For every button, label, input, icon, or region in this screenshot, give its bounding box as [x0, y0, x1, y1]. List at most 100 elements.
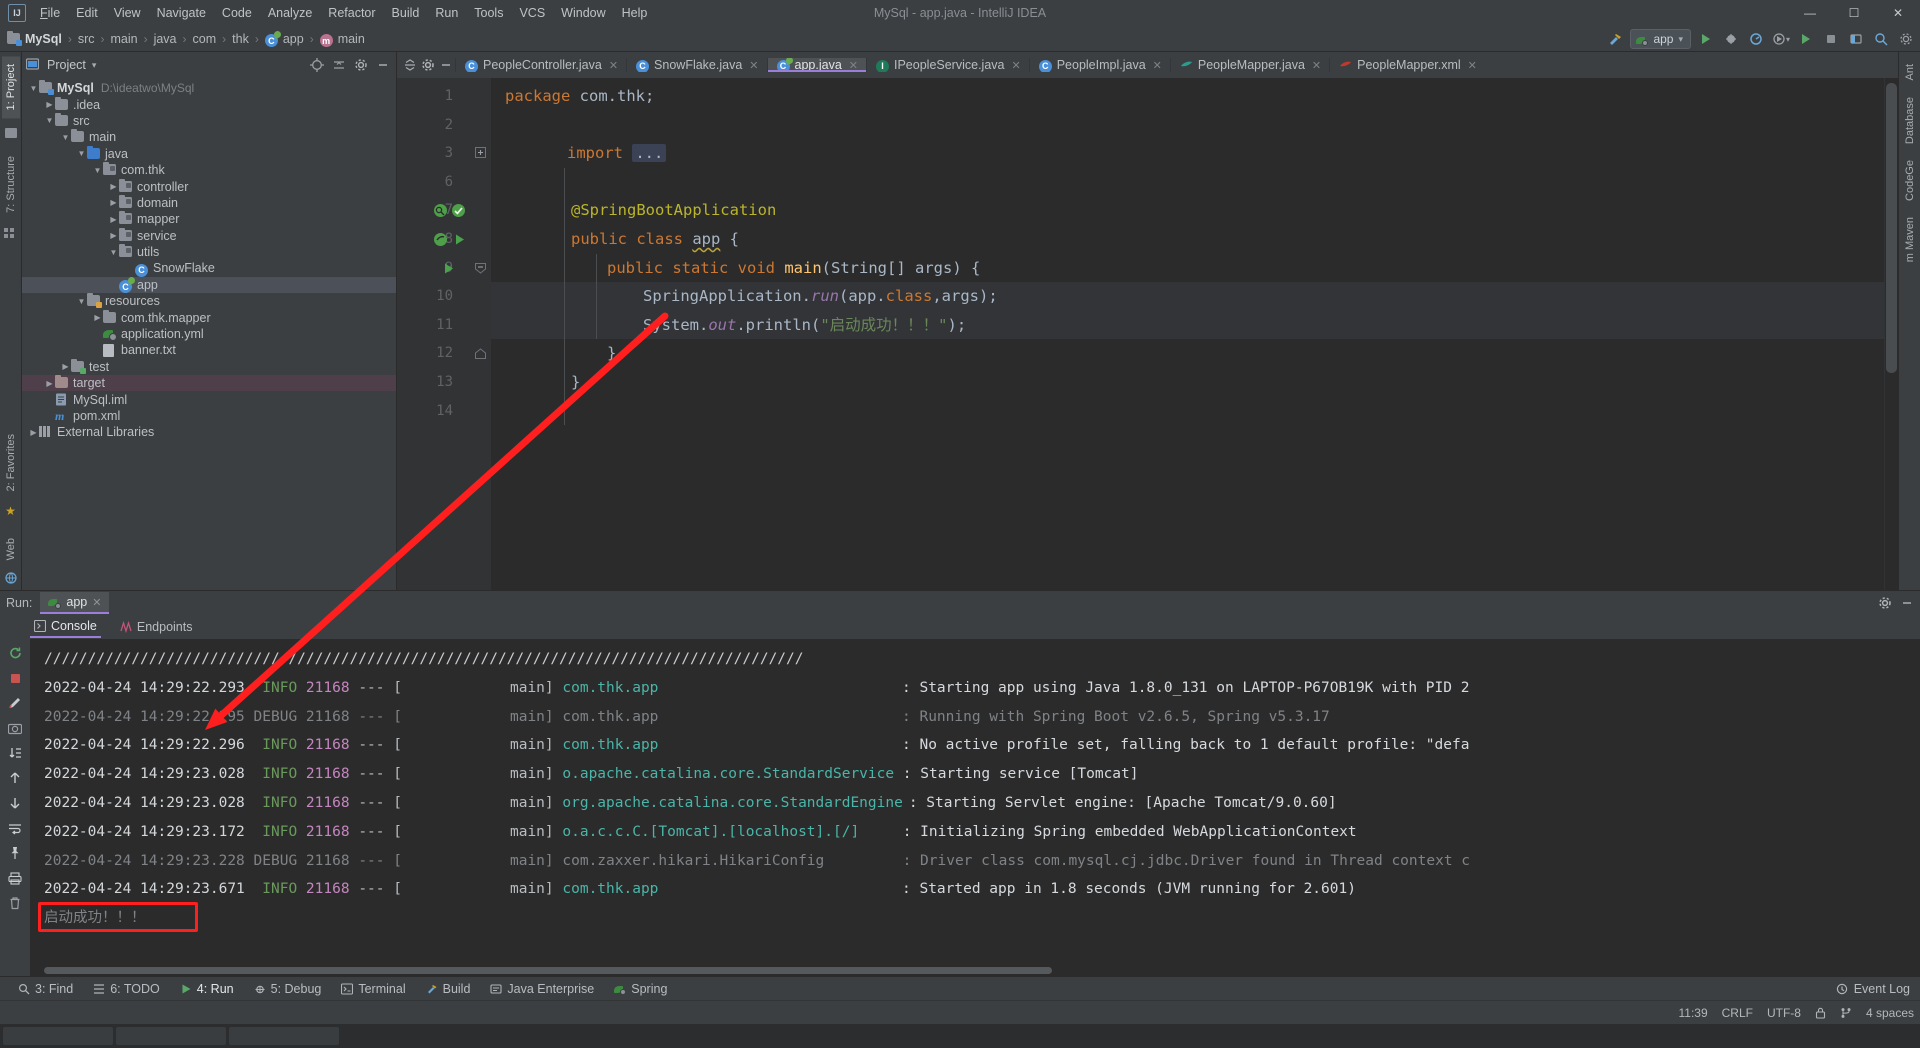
disclosure-triangle[interactable]: ▶	[108, 230, 119, 241]
disclosure-triangle[interactable]: ▼	[92, 165, 103, 176]
tree-row-main[interactable]: ▼ main	[22, 129, 396, 145]
gear-icon[interactable]	[1878, 596, 1892, 610]
import-fold[interactable]: ...	[632, 144, 667, 163]
disclosure-triangle[interactable]: ▶	[108, 181, 119, 192]
tree-row-mysql-iml[interactable]: MySql.iml	[22, 391, 396, 407]
sidebar-item-database[interactable]: Database	[1901, 89, 1919, 152]
settings-icon[interactable]	[1896, 29, 1916, 49]
sidebar-item-web[interactable]: Web	[2, 530, 20, 568]
editor-tab-strip[interactable]: C PeopleController.java ✕ C SnowFlake.java ✕ C…	[455, 58, 1898, 72]
breadcrumb-item-src[interactable]: src	[77, 30, 96, 48]
editor-tab-peopleimpl-java[interactable]: C PeopleImpl.java ✕	[1028, 58, 1170, 72]
menu-edit[interactable]: Edit	[68, 3, 106, 23]
menu-tools[interactable]: Tools	[466, 3, 511, 23]
tool-button-terminal[interactable]: Terminal	[341, 982, 406, 996]
run-configuration-selector[interactable]: app ▾	[1630, 29, 1691, 49]
disclosure-triangle[interactable]: ▼	[28, 83, 39, 94]
breadcrumb-item-main[interactable]: main	[109, 30, 138, 48]
tree-row--idea[interactable]: ▶ .idea	[22, 96, 396, 112]
tree-row-resources[interactable]: ▼ resources	[22, 293, 396, 309]
menu-code[interactable]: Code	[214, 3, 260, 23]
expand-collapse-icon[interactable]	[403, 58, 417, 72]
editor-tab-peoplecontroller-java[interactable]: C PeopleController.java ✕	[455, 58, 626, 72]
tree-row-utils[interactable]: ▼ utils	[22, 244, 396, 260]
tree-row-service[interactable]: ▶ service	[22, 227, 396, 244]
project-tree[interactable]: ▼ MySql D:\ideatwo\MySql ▶ .idea ▼ src ▼ main ▼ ja…	[22, 78, 396, 590]
close-icon[interactable]: ✕	[1153, 59, 1162, 72]
disclosure-triangle[interactable]: ▼	[44, 115, 55, 126]
spring-check-gutter-icon[interactable]	[451, 203, 466, 218]
disclosure-triangle[interactable]: ▼	[76, 296, 87, 307]
tree-row-com-thk-mapper[interactable]: ▶ com.thk.mapper	[22, 309, 396, 325]
disclosure-triangle[interactable]: ▶	[108, 214, 119, 225]
menu-vcs[interactable]: VCS	[511, 3, 553, 23]
disclosure-triangle[interactable]: ▼	[76, 148, 87, 159]
status-encoding[interactable]: UTF-8	[1767, 1006, 1801, 1020]
tool-button-spring[interactable]: Spring	[614, 982, 667, 996]
disclosure-triangle[interactable]: ▼	[60, 132, 71, 143]
editor-scrollbar-markers[interactable]	[1884, 78, 1898, 590]
menu-navigate[interactable]: Navigate	[149, 3, 214, 23]
editor-tab-app-java[interactable]: Capp.java ✕	[766, 58, 867, 72]
horizontal-scrollbar[interactable]	[44, 967, 1052, 974]
lock-icon[interactable]	[1815, 1007, 1826, 1019]
disclosure-triangle[interactable]: ▶	[44, 99, 55, 110]
trash-icon[interactable]	[6, 894, 24, 912]
pin-icon[interactable]	[6, 844, 24, 862]
stop-icon[interactable]	[1821, 29, 1841, 49]
menu-help[interactable]: Help	[614, 3, 656, 23]
chevron-down-icon[interactable]: ▾	[86, 60, 97, 71]
tree-row-domain[interactable]: ▶ domain	[22, 194, 396, 211]
fold-expand-icon[interactable]	[475, 147, 486, 159]
editor-tab-peoplemapper-java[interactable]: PeopleMapper.java ✕	[1169, 58, 1329, 72]
disclosure-triangle[interactable]: ▶	[92, 312, 103, 323]
editor-tab-peoplemapper-xml[interactable]: PeopleMapper.xml ✕	[1329, 58, 1485, 72]
tree-row-test[interactable]: ▶ test	[22, 358, 396, 375]
sidebar-item-codegeex[interactable]: CodeGe	[1901, 152, 1919, 209]
breadcrumb-item-method-main[interactable]: m main	[319, 30, 366, 48]
breadcrumb-item-thk[interactable]: thk	[231, 30, 250, 48]
tree-row-app[interactable]: Capp	[22, 276, 396, 294]
disclosure-triangle[interactable]: ▶	[60, 361, 71, 372]
tree-row-src[interactable]: ▼ src	[22, 112, 396, 129]
tool-button-find[interactable]: 3: Find	[18, 982, 73, 996]
target-icon[interactable]	[307, 55, 327, 75]
menu-analyze[interactable]: Analyze	[260, 3, 320, 23]
editor-gutter[interactable]: 12367891011121314	[409, 78, 491, 590]
run-gutter-icon[interactable]	[442, 262, 455, 275]
status-indent[interactable]: 4 spaces	[1866, 1006, 1914, 1020]
menu-run[interactable]: Run	[427, 3, 466, 23]
search-everywhere-icon[interactable]	[1871, 29, 1891, 49]
tree-row-java[interactable]: ▼ java	[22, 145, 396, 162]
run-tab-app[interactable]: app ✕	[40, 592, 110, 614]
scroll-to-end-icon[interactable]	[6, 744, 24, 762]
event-log-button[interactable]: Event Log	[1836, 982, 1910, 996]
camera-icon[interactable]	[6, 719, 24, 737]
close-button[interactable]: ✕	[1876, 0, 1920, 26]
arrow-down-icon[interactable]	[6, 794, 24, 812]
tool-button-run[interactable]: 4: Run	[180, 982, 234, 996]
edit-pencil-icon[interactable]	[6, 694, 24, 712]
branch-icon[interactable]	[1840, 1007, 1852, 1019]
tool-button-debug[interactable]: 5: Debug	[254, 982, 321, 996]
hide-icon[interactable]	[373, 55, 393, 75]
tab-console[interactable]: Console	[30, 617, 101, 638]
tree-row-application-yml[interactable]: application.yml	[22, 326, 396, 342]
menu-window[interactable]: Window	[553, 3, 613, 23]
tree-row-external-libraries[interactable]: ▶ External Libraries	[22, 424, 396, 440]
hide-icon[interactable]	[1900, 596, 1914, 610]
close-icon[interactable]: ✕	[749, 59, 758, 72]
stop-red-icon[interactable]	[6, 669, 24, 687]
taskbar-item[interactable]	[3, 1027, 113, 1045]
close-icon[interactable]: ✕	[1011, 59, 1020, 72]
soft-wrap-icon[interactable]	[6, 819, 24, 837]
tree-row-snowflake[interactable]: C SnowFlake	[22, 260, 396, 277]
hide-panel-icon[interactable]	[439, 58, 453, 72]
rerun-icon[interactable]	[6, 644, 24, 662]
editor-tab-snowflake-java[interactable]: C SnowFlake.java ✕	[626, 58, 766, 72]
tree-row-banner-txt[interactable]: banner.txt	[22, 342, 396, 358]
close-icon[interactable]: ✕	[1468, 59, 1477, 72]
tool-button-java-enterprise[interactable]: Java Enterprise	[490, 982, 594, 996]
disclosure-triangle[interactable]: ▶	[44, 378, 55, 389]
menu-refactor[interactable]: Refactor	[320, 3, 383, 23]
